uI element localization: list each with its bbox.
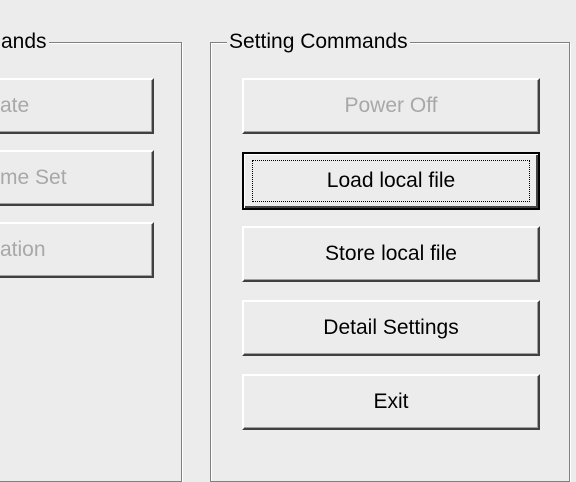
setting-commands-groupbox-title: Setting Commands <box>227 29 410 55</box>
store-local-file-button-label: Store local file <box>325 242 457 265</box>
exit-button[interactable]: Exit <box>242 374 540 430</box>
left-button-2-label: me Set <box>0 166 67 189</box>
store-local-file-button[interactable]: Store local file <box>242 226 540 282</box>
left-button-1-label: ate <box>0 94 30 117</box>
left-button-2[interactable]: me Set <box>0 150 154 206</box>
load-local-file-button-label: Load local file <box>326 169 456 192</box>
detail-settings-button[interactable]: Detail Settings <box>242 300 540 356</box>
load-local-file-button[interactable]: Load local file <box>242 152 540 210</box>
commands-groupbox-left-title: ands <box>0 29 49 55</box>
detail-settings-button-label: Detail Settings <box>323 316 459 339</box>
left-button-1[interactable]: ate <box>0 78 154 134</box>
left-button-3[interactable]: ation <box>0 222 154 278</box>
exit-button-label: Exit <box>373 390 409 413</box>
power-off-button[interactable]: Power Off <box>242 78 540 134</box>
power-off-button-label: Power Off <box>344 94 438 117</box>
left-button-3-label: ation <box>0 238 46 261</box>
